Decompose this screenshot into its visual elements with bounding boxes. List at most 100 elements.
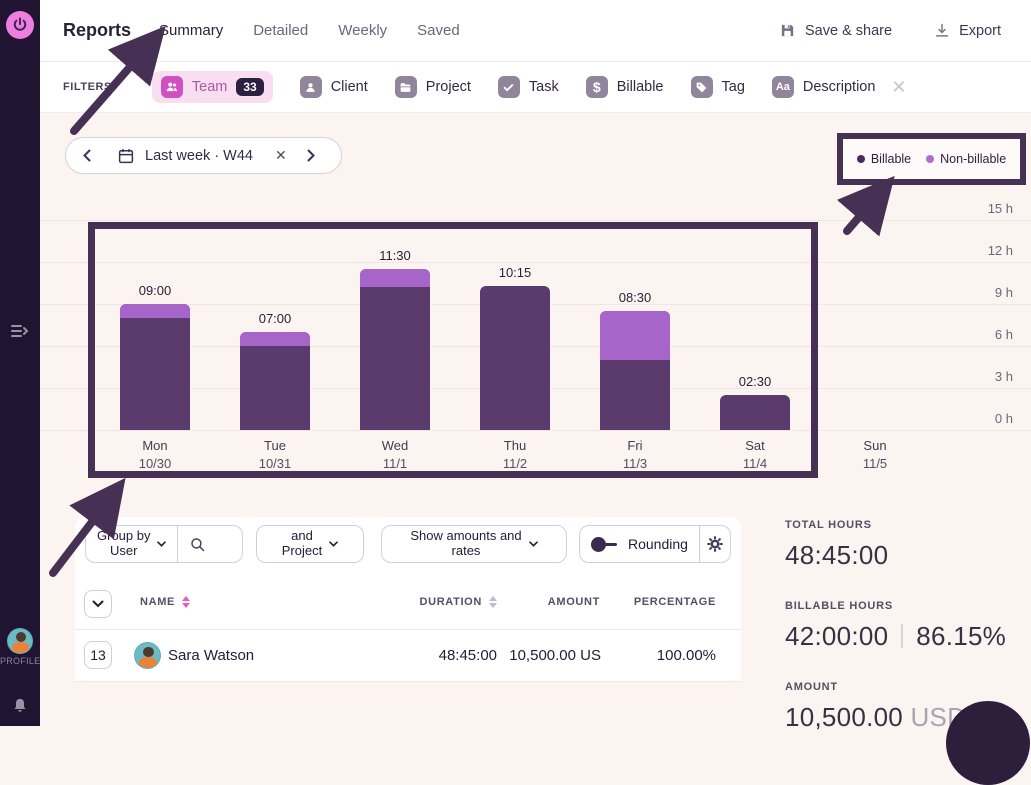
- chart-bar-sat[interactable]: [720, 395, 790, 430]
- group-by-dropdown[interactable]: Group by User: [85, 525, 243, 563]
- team-icon: [161, 76, 183, 98]
- chart-bar-tue[interactable]: [240, 332, 310, 430]
- filter-chip-label: Billable: [617, 79, 664, 95]
- filter-chip-client[interactable]: Client: [300, 76, 368, 98]
- controls-row: Group by User: [85, 525, 731, 563]
- rounding-toggle[interactable]: [591, 537, 621, 552]
- rounding-control: Rounding: [579, 525, 731, 563]
- chevron-down-icon: [157, 541, 166, 547]
- results-card: Group by User: [75, 517, 741, 682]
- timer-power-button[interactable]: [6, 11, 34, 39]
- filter-chip-tag[interactable]: Tag: [691, 76, 745, 98]
- show-amounts-dropdown[interactable]: Show amounts and rates: [381, 525, 567, 563]
- column-header-name[interactable]: NAME: [140, 596, 190, 608]
- tag-icon: [691, 76, 713, 98]
- sort-icon[interactable]: [489, 596, 497, 608]
- row-amount: 10,500.00 US: [509, 647, 601, 664]
- amount-label: AMOUNT: [785, 681, 1031, 693]
- x-axis-day-label: Sat: [715, 438, 795, 453]
- text-icon: Aa: [772, 76, 794, 98]
- chevron-down-icon: [329, 541, 338, 547]
- page-title: Reports: [63, 20, 131, 41]
- bar-nonbillable-segment: [120, 304, 190, 318]
- rounding-settings-button[interactable]: [700, 526, 730, 562]
- x-axis-date-label: 10/30: [115, 456, 195, 471]
- column-label: DURATION: [419, 596, 482, 608]
- expand-sidebar-button[interactable]: [8, 321, 32, 341]
- filter-chip-label: Task: [529, 79, 559, 95]
- y-axis-tick: 0 h: [995, 411, 1013, 426]
- report-tabs: Summary Detailed Weekly Saved: [159, 22, 460, 39]
- subgroup-dropdown[interactable]: and Project: [256, 525, 364, 563]
- chart-bar-mon[interactable]: [120, 304, 190, 430]
- gridline: [40, 430, 1031, 431]
- sidebar: PROFILE: [0, 0, 40, 726]
- chevron-left-icon[interactable]: [83, 149, 91, 162]
- search-button[interactable]: [178, 526, 216, 562]
- clear-filters-icon[interactable]: ✕: [891, 77, 906, 98]
- filter-chip-project[interactable]: Project: [395, 76, 471, 98]
- filter-chip-description[interactable]: Aa Description: [772, 76, 876, 98]
- row-count-badge[interactable]: 13: [84, 641, 112, 669]
- legend-label: Billable: [871, 152, 911, 166]
- export-button[interactable]: Export: [934, 22, 1001, 39]
- tab-summary[interactable]: Summary: [159, 22, 223, 39]
- search-icon: [189, 536, 206, 553]
- billable-hours-label: BILLABLE HOURS: [785, 600, 1031, 612]
- bar-value-label: 08:30: [600, 290, 670, 305]
- gridline: [40, 262, 1031, 263]
- bar-value-label: 02:30: [720, 374, 790, 389]
- billable-hours-value: 42:00:00: [785, 621, 888, 651]
- help-floating-button[interactable]: [946, 701, 1030, 785]
- chart-bar-wed[interactable]: [360, 269, 430, 430]
- divider: [901, 624, 903, 648]
- filter-chip-task[interactable]: Task: [498, 76, 559, 98]
- filter-chip-team[interactable]: Team 33: [152, 71, 273, 103]
- gear-icon: [706, 535, 724, 553]
- filter-chip-label: Team: [192, 79, 227, 95]
- sort-icon[interactable]: [182, 596, 190, 608]
- row-duration: 48:45:00: [439, 647, 497, 664]
- gridline: [40, 220, 1031, 221]
- column-header-amount[interactable]: AMOUNT: [548, 596, 600, 608]
- profile-avatar[interactable]: [7, 628, 33, 654]
- tab-saved[interactable]: Saved: [417, 22, 460, 39]
- legend-item-billable: Billable: [857, 152, 911, 166]
- column-header-duration[interactable]: DURATION: [419, 596, 497, 608]
- chevron-down-icon: [92, 600, 104, 608]
- bar-nonbillable-segment: [360, 269, 430, 287]
- group-by-line2: User: [97, 544, 150, 559]
- table-row[interactable]: 13 Sara Watson 48:45:00 10,500.00 US 100…: [75, 630, 741, 682]
- x-axis-date-label: 11/1: [355, 456, 435, 471]
- filter-chip-billable[interactable]: $ Billable: [586, 76, 664, 98]
- amount-value: 10,500.00: [785, 702, 903, 732]
- power-icon: [11, 16, 29, 34]
- chevron-right-icon[interactable]: [307, 149, 315, 162]
- x-axis-date-label: 11/3: [595, 456, 675, 471]
- folder-icon: [395, 76, 417, 98]
- table-header: NAME DURATION AMOUNT PERCENTAGE: [75, 577, 741, 630]
- column-header-percentage[interactable]: PERCENTAGE: [634, 596, 716, 608]
- save-share-label: Save & share: [805, 23, 892, 39]
- chart-bar-fri[interactable]: [600, 311, 670, 430]
- x-axis-date-label: 11/5: [835, 456, 915, 471]
- total-hours-label: TOTAL HOURS: [785, 519, 1031, 531]
- subgroup-line1: and: [282, 529, 322, 544]
- select-all-button[interactable]: [84, 590, 112, 618]
- group-by-line1: Group by: [97, 529, 150, 544]
- tab-detailed[interactable]: Detailed: [253, 22, 308, 39]
- row-avatar: [134, 642, 161, 669]
- bar-value-label: 11:30: [360, 248, 430, 263]
- chart-bar-thu[interactable]: [480, 286, 550, 430]
- date-range-picker[interactable]: Last week · W44 ✕: [65, 137, 342, 174]
- total-hours-value: 48:45:00: [785, 540, 1031, 571]
- x-axis-day-label: Sun: [835, 438, 915, 453]
- x-axis-day-label: Tue: [235, 438, 315, 453]
- save-share-button[interactable]: Save & share: [779, 22, 892, 39]
- tab-weekly[interactable]: Weekly: [338, 22, 387, 39]
- bar-value-label: 09:00: [120, 283, 190, 298]
- bar-nonbillable-segment: [240, 332, 310, 346]
- clear-date-icon[interactable]: ✕: [275, 147, 287, 164]
- notifications-bell-icon[interactable]: [12, 697, 28, 714]
- legend-item-nonbillable: Non-billable: [926, 152, 1006, 166]
